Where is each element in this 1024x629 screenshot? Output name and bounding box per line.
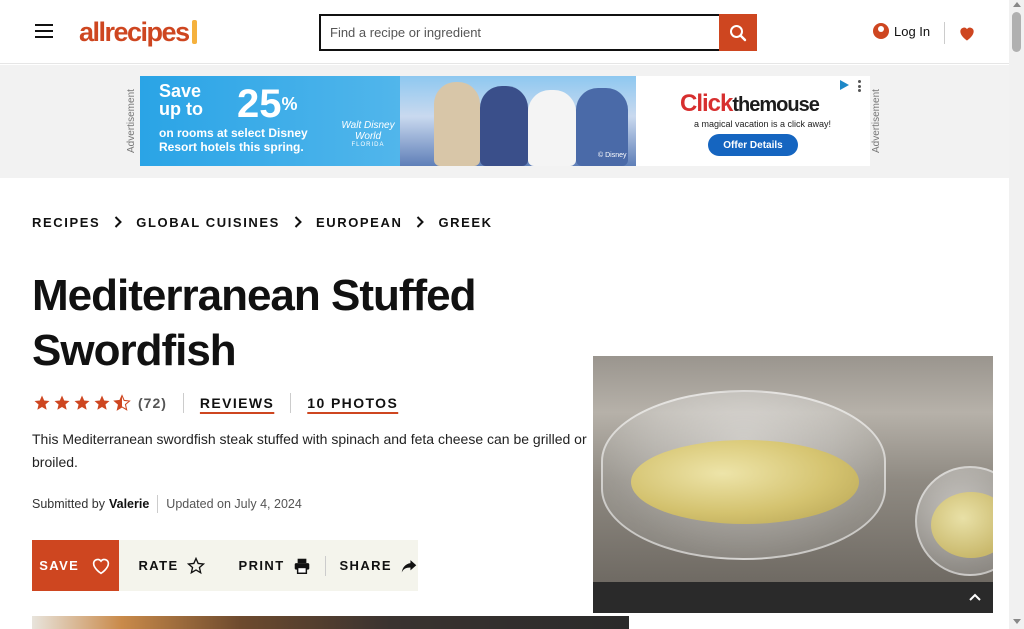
allrecipes-logo[interactable]: allrecipes: [79, 15, 210, 49]
login-link[interactable]: Log In: [867, 18, 934, 44]
save-button[interactable]: SAVE: [32, 540, 119, 591]
photos-link[interactable]: 10 PHOTOS: [307, 395, 398, 411]
recipe-hero-image: [32, 616, 629, 629]
ad-choices-icon[interactable]: [838, 79, 850, 91]
scroll-up-arrow-icon[interactable]: [1013, 2, 1021, 7]
rate-label: RATE: [138, 558, 179, 573]
chevron-up-icon: [968, 593, 981, 601]
scroll-thumb[interactable]: [1012, 12, 1021, 52]
logo-accent: [191, 20, 197, 44]
ad-subtext: on rooms at select Disney Resort hotels …: [159, 126, 308, 154]
printer-icon: [294, 558, 309, 574]
reviews-link[interactable]: REVIEWS: [200, 395, 274, 411]
recipe-meta-row: (72) REVIEWS 10 PHOTOS: [32, 390, 398, 416]
recipe-description: This Mediterranean swordfish steak stuff…: [32, 431, 587, 447]
breadcrumb-greek[interactable]: GREEK: [438, 215, 492, 230]
meta-divider: [182, 393, 184, 413]
clickthemouse-logo: Clickthemouse: [680, 90, 820, 117]
updated-date: Updated on July 4, 2024: [166, 497, 302, 511]
star-outline-icon: [186, 556, 205, 574]
video-collapse-button[interactable]: [962, 585, 987, 609]
scroll-down-arrow-icon[interactable]: [1013, 619, 1021, 624]
search-input[interactable]: [321, 16, 719, 49]
disney-world-logo: Walt Disney World FLORIDA: [341, 120, 395, 148]
share-label: SHARE: [339, 558, 392, 573]
advertisement-banner[interactable]: Save up to 25% on rooms at select Disney…: [140, 76, 870, 166]
ad-tagline: a magical vacation is a click away!: [694, 119, 832, 129]
login-label: Log In: [894, 23, 931, 39]
rate-button[interactable]: RATE: [138, 556, 205, 575]
star-icon-3[interactable]: [72, 393, 92, 413]
offer-details-button[interactable]: Offer Details: [708, 134, 798, 156]
hamburger-menu-icon[interactable]: [30, 18, 58, 44]
meta-divider: [290, 393, 292, 413]
recipe-byline: Submitted by Valerie Updated on July 4, …: [32, 494, 302, 514]
heart-outline-icon: [93, 558, 110, 574]
rating-count-link[interactable]: (72): [138, 395, 167, 411]
breadcrumb-recipes[interactable]: RECIPES: [32, 215, 100, 230]
print-button[interactable]: PRINT: [239, 558, 311, 574]
share-icon: [401, 559, 417, 573]
header-divider: [944, 22, 945, 44]
search-icon: [730, 24, 747, 41]
author-link[interactable]: Valerie: [109, 497, 149, 511]
recipe-title: Mediterranean Stuffed Swordfish: [32, 271, 477, 375]
site-header: allrecipes Log In: [0, 0, 1009, 64]
star-icon-2[interactable]: [52, 393, 72, 413]
ad-brand-panel: Clickthemouse a magical vacation is a cl…: [636, 76, 870, 166]
page-scrollbar[interactable]: [1009, 0, 1024, 629]
user-icon: [873, 23, 889, 39]
ad-discount: 25%: [237, 82, 298, 126]
ad-label-left: Advertisement: [126, 89, 137, 154]
recipe-description-continued: broiled.: [32, 454, 78, 470]
chevron-right-icon: [416, 216, 425, 228]
reviews-label: REVIEWS: [199, 395, 275, 411]
favorites-heart-icon[interactable]: [954, 20, 979, 46]
share-button[interactable]: SHARE: [339, 558, 418, 574]
breadcrumb: RECIPES GLOBAL CUISINES EUROPEAN GREEK: [32, 209, 493, 235]
action-divider: [324, 555, 326, 576]
ad-label-right: Advertisement: [871, 89, 882, 154]
ad-options-icon[interactable]: [856, 80, 862, 92]
chevron-right-icon: [294, 216, 302, 228]
video-control-bar: [593, 582, 993, 613]
star-icon-4[interactable]: [92, 393, 112, 413]
breadcrumb-global-cuisines[interactable]: GLOBAL CUISINES: [136, 215, 280, 230]
recipe-action-bar: SAVE RATE PRINT SHARE: [32, 540, 418, 591]
logo-text: allrecipes: [79, 16, 190, 47]
save-label: SAVE: [39, 558, 80, 573]
recipe-video-player[interactable]: [593, 356, 993, 582]
search-button[interactable]: [719, 14, 757, 51]
submitted-by-label: Submitted by: [32, 497, 105, 511]
ad-save-text: Save up to: [159, 81, 203, 119]
search-box: [319, 14, 721, 51]
breadcrumb-european[interactable]: EUROPEAN: [316, 215, 402, 230]
print-label: PRINT: [238, 558, 285, 573]
olive-oil: [631, 440, 859, 524]
heart-icon: [959, 27, 974, 41]
star-icon-1[interactable]: [32, 393, 52, 413]
ad-copyright: © Disney: [598, 152, 627, 159]
ad-offer-copy: Save up to 25% on rooms at select Disney…: [159, 81, 308, 154]
star-icon-5[interactable]: [112, 393, 132, 413]
byline-divider: [157, 495, 159, 513]
chevron-right-icon: [114, 216, 123, 228]
